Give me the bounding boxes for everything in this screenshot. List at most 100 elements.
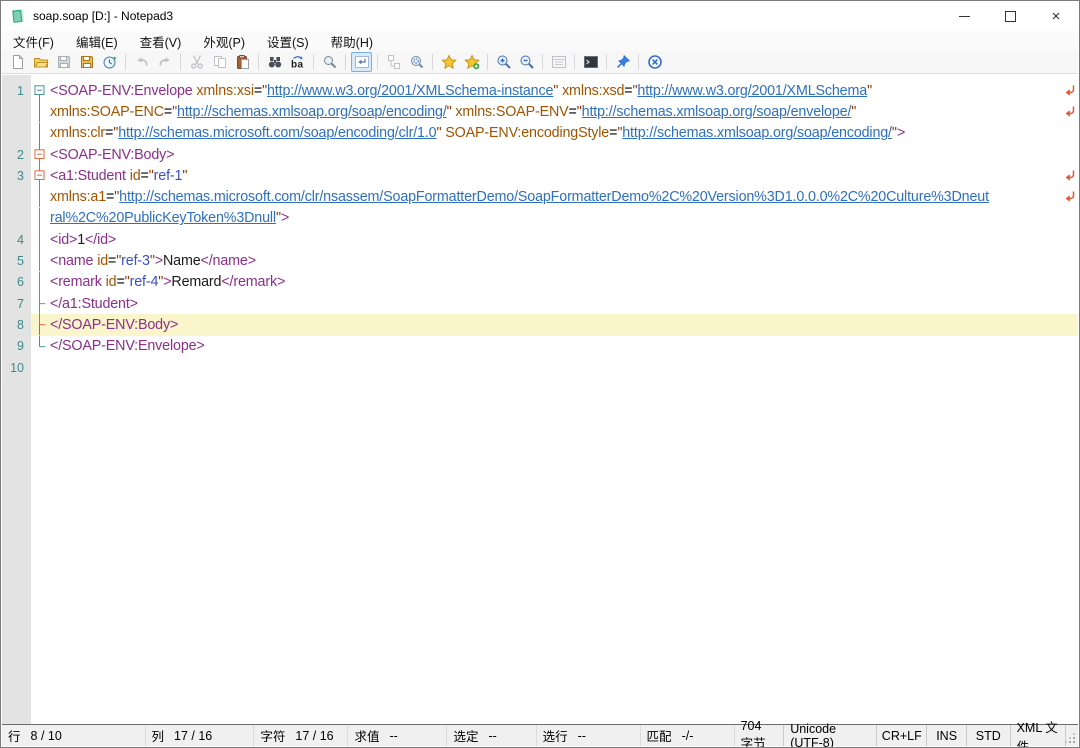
status-eval-value: -- — [389, 729, 397, 743]
cut-button[interactable] — [186, 52, 207, 72]
preview-icon — [322, 54, 338, 70]
line-number[interactable]: 2 — [2, 148, 31, 162]
line-number[interactable]: 7 — [2, 297, 31, 311]
status-match-value: -/- — [682, 729, 694, 743]
status-sel-lines[interactable]: 选行 -- — [537, 725, 641, 746]
zoom-in-icon — [496, 54, 512, 70]
status-file-type[interactable]: XML 文件 — [1011, 725, 1067, 746]
status-bytes[interactable]: 704 字节 — [735, 725, 785, 746]
zoom-select-button[interactable] — [406, 52, 427, 72]
save-as-button[interactable] — [76, 52, 97, 72]
line-number[interactable]: 10 — [2, 361, 31, 375]
preview-button[interactable] — [319, 52, 340, 72]
undo-button[interactable] — [131, 52, 152, 72]
editor-area[interactable]: 1 <SOAP-ENV:Envelope xmlns:xsi="http://ww… — [2, 75, 1078, 725]
line-number[interactable]: 4 — [2, 233, 31, 247]
copy-button[interactable] — [209, 52, 230, 72]
toolbar-separator — [432, 54, 433, 70]
menu-help[interactable]: 帮助(H) — [320, 31, 384, 51]
toolbar-separator — [377, 54, 378, 70]
status-column[interactable]: 列17 / 16 — [146, 725, 255, 746]
close-icon: × — [1052, 9, 1061, 24]
resize-grip[interactable] — [1066, 725, 1078, 746]
status-ins-mode-value: INS — [936, 729, 957, 743]
code-line[interactable]: </SOAP-ENV:Body> — [48, 317, 1078, 333]
line-number[interactable]: 8 — [2, 318, 31, 332]
status-encoding[interactable]: Unicode (UTF-8) — [784, 725, 877, 746]
redo-button[interactable] — [154, 52, 175, 72]
fold-toggle-icon[interactable] — [31, 165, 48, 186]
code-line[interactable]: xmlns:SOAP-ENC="http://schemas.xmlsoap.o… — [48, 104, 1078, 120]
status-bytes-value: 704 字节 — [741, 719, 778, 748]
status-std-mode-value: STD — [976, 729, 1001, 743]
status-eol[interactable]: CR+LF — [877, 725, 927, 746]
status-line[interactable]: 行8 / 10 — [2, 725, 146, 746]
window-controls: × — [941, 1, 1079, 31]
status-column-label: 列 — [152, 726, 165, 745]
line-number[interactable]: 1 — [2, 84, 31, 98]
zoom-in-button[interactable] — [493, 52, 514, 72]
code-line[interactable]: xmlns:clr="http://schemas.microsoft.com/… — [48, 125, 1078, 141]
open-folder-button[interactable] — [30, 52, 51, 72]
scheme-config-button[interactable] — [548, 52, 569, 72]
exit-button[interactable] — [644, 52, 665, 72]
zoom-out-button[interactable] — [516, 52, 537, 72]
maximize-button[interactable] — [987, 1, 1033, 31]
replace-button[interactable]: ba — [287, 52, 308, 72]
toggle-folds-button[interactable] — [383, 52, 404, 72]
fold-margin — [31, 123, 48, 144]
code-line[interactable]: <name id="ref-3">Name</name> — [48, 253, 1078, 269]
code-line[interactable]: <id>1</id> — [48, 232, 1078, 248]
new-file-button[interactable] — [7, 52, 28, 72]
status-eval[interactable]: 求值-- — [348, 725, 447, 746]
find-button[interactable] — [264, 52, 285, 72]
add-favorite-button[interactable] — [461, 52, 482, 72]
menu-view[interactable]: 查看(V) — [129, 31, 193, 51]
code-line[interactable]: <SOAP-ENV:Envelope xmlns:xsi="http://www… — [48, 83, 1078, 99]
line-number[interactable]: 9 — [2, 339, 31, 353]
favorites-button[interactable] — [438, 52, 459, 72]
word-wrap-button[interactable] — [351, 52, 372, 72]
save-button[interactable] — [53, 52, 74, 72]
favorites-icon — [441, 54, 457, 70]
code-line[interactable]: <remark id="ref-4">Remard</remark> — [48, 274, 1078, 290]
status-ins-mode[interactable]: INS — [927, 725, 967, 746]
code-line[interactable]: xmlns:a1="http://schemas.microsoft.com/c… — [48, 189, 1078, 205]
close-button[interactable]: × — [1033, 1, 1079, 31]
fold-margin — [31, 336, 48, 357]
editor-row-line-5: 5 <name id="ref-3">Name</name> — [2, 250, 1078, 271]
code-line[interactable]: <a1:Student id="ref-1" — [48, 168, 1078, 184]
pin-to-tray-button[interactable] — [612, 52, 633, 72]
zoom-out-icon — [519, 54, 535, 70]
status-sel-lines-value: -- — [578, 729, 586, 743]
status-character[interactable]: 字符17 / 16 — [254, 725, 348, 746]
status-line-label: 行 — [8, 726, 21, 745]
save-as-icon — [79, 54, 95, 70]
menu-bar: 文件(F)编辑(E)查看(V)外观(P)设置(S)帮助(H) — [2, 31, 1078, 51]
line-number[interactable]: 5 — [2, 254, 31, 268]
paste-button[interactable] — [232, 52, 253, 72]
status-sel-lines-label: 选行 — [543, 726, 568, 745]
code-line[interactable]: <SOAP-ENV:Body> — [48, 147, 1078, 163]
line-number[interactable]: 3 — [2, 169, 31, 183]
recent-files-button[interactable] — [99, 52, 120, 72]
line-number[interactable]: 6 — [2, 275, 31, 289]
fold-toggle-icon[interactable] — [31, 144, 48, 165]
menu-settings[interactable]: 设置(S) — [256, 31, 320, 51]
console-button[interactable] — [580, 52, 601, 72]
menu-edit[interactable]: 编辑(E) — [65, 31, 129, 51]
fold-margin — [31, 250, 48, 271]
title-bar: soap.soap [D:] - Notepad3 × — [1, 1, 1079, 31]
status-std-mode[interactable]: STD — [967, 725, 1011, 746]
replace-icon: ba — [290, 54, 306, 70]
code-line[interactable]: </SOAP-ENV:Envelope> — [48, 338, 1078, 354]
status-selection[interactable]: 选定-- — [447, 725, 536, 746]
status-match[interactable]: 匹配-/- — [641, 725, 735, 746]
menu-appearance[interactable]: 外观(P) — [192, 31, 256, 51]
toolbar-separator — [180, 54, 181, 70]
menu-file[interactable]: 文件(F) — [2, 31, 65, 51]
code-line[interactable]: </a1:Student> — [48, 296, 1078, 312]
code-line[interactable]: ral%2C%20PublicKeyToken%3Dnull"> — [48, 210, 1078, 226]
minimize-button[interactable] — [941, 1, 987, 31]
fold-toggle-icon[interactable] — [31, 80, 48, 101]
